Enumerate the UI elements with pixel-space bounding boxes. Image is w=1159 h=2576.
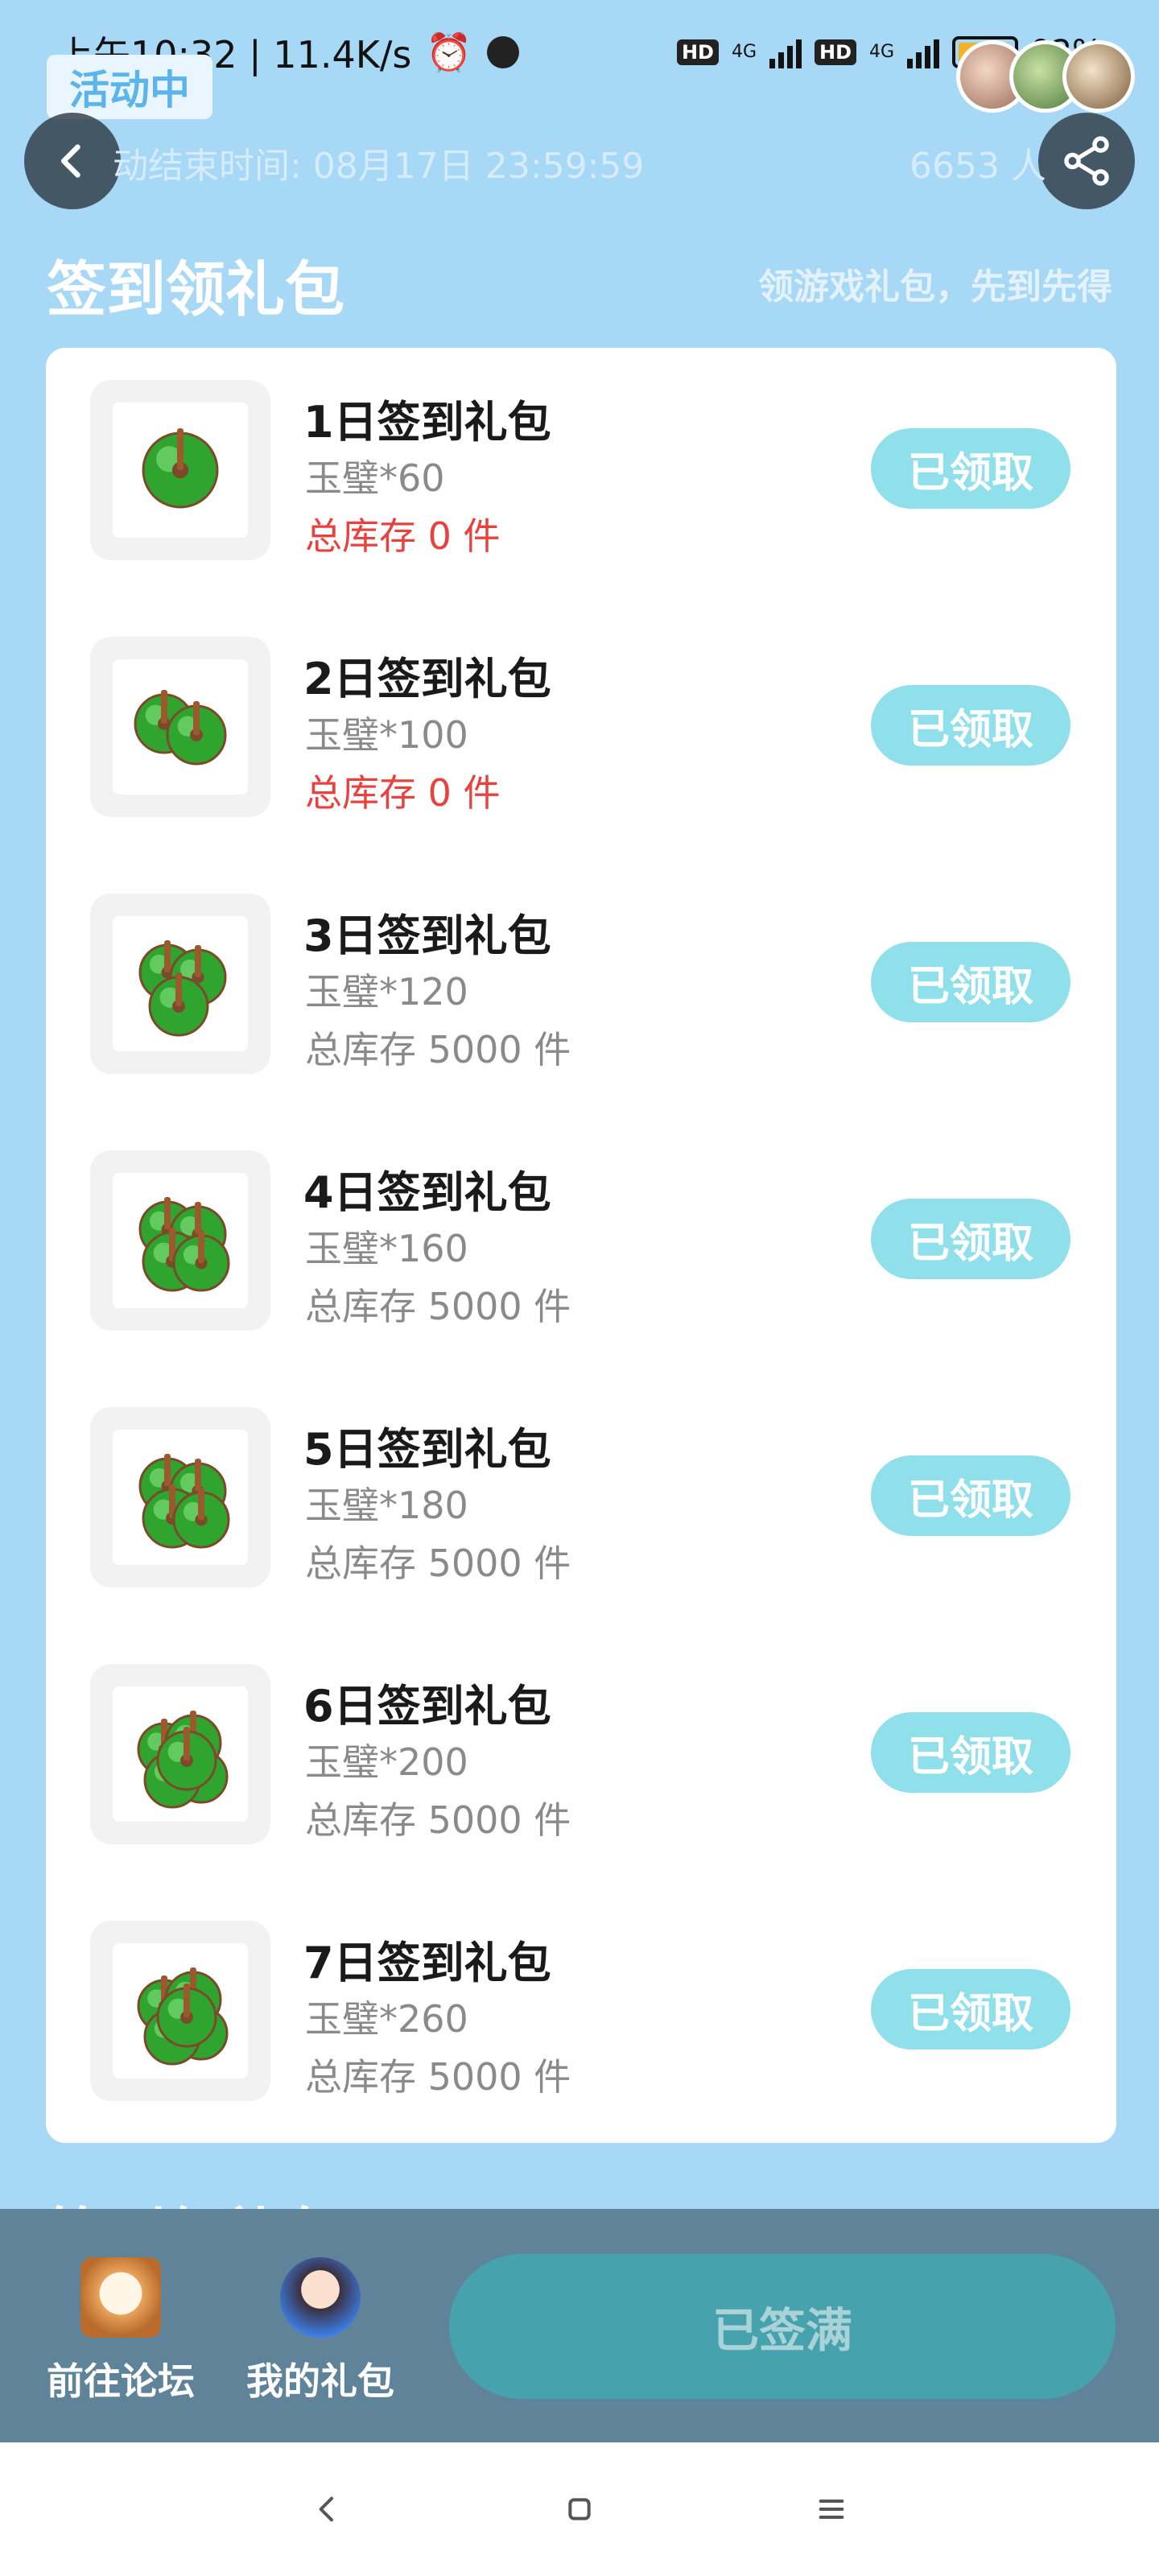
share-icon — [1064, 136, 1109, 186]
back-button[interactable] — [24, 113, 121, 209]
forum-label: 前往论坛 — [47, 2359, 195, 2403]
gift-reward: 玉璧*180 — [305, 1484, 468, 1527]
gift-name: 1日签到礼包 — [303, 397, 551, 448]
jade-coin-icon — [113, 1173, 248, 1308]
share-button[interactable] — [1038, 113, 1135, 209]
section-title: 签到领礼包 — [47, 255, 344, 324]
claimed-button[interactable]: 已领取 — [871, 1455, 1070, 1536]
signal-icon-2 — [907, 36, 940, 68]
gift-name: 7日签到礼包 — [303, 1938, 551, 1988]
gift-thumbnail — [90, 380, 270, 560]
section-subtitle: 领游戏礼包，先到先得 — [758, 266, 1112, 308]
forum-link[interactable]: 前往论坛 — [47, 2257, 195, 2405]
claimed-button[interactable]: 已领取 — [871, 1712, 1070, 1793]
my-gifts-icon — [280, 2257, 361, 2338]
chevron-left-icon — [319, 2496, 333, 2522]
my-gifts-label: 我的礼包 — [246, 2359, 394, 2403]
gift-thumbnail — [90, 1407, 270, 1587]
gift-thumbnail — [90, 1150, 270, 1331]
alarm-icon: ⏰ — [426, 30, 472, 74]
claimed-button[interactable]: 已领取 — [871, 942, 1070, 1022]
gift-item: 4日签到礼包 玉璧*160 总库存 5000 件 已领取 — [46, 1150, 1116, 1407]
claimed-button[interactable]: 已领取 — [871, 1199, 1070, 1279]
square-icon — [568, 2498, 591, 2520]
gift-reward: 玉璧*260 — [305, 1997, 468, 2041]
jade-coin-icon — [113, 1430, 248, 1565]
gift-item: 2日签到礼包 玉璧*100 总库存 0 件 已领取 — [46, 637, 1116, 894]
jade-coin-icon — [113, 916, 248, 1051]
gift-thumbnail — [90, 894, 270, 1074]
gift-stock: 总库存 5000 件 — [305, 1028, 571, 1071]
gift-thumbnail — [90, 1664, 270, 1844]
forum-icon — [80, 2257, 161, 2338]
network-type-2: 4G — [869, 42, 895, 62]
avatar — [1062, 40, 1135, 113]
gift-stock: 总库存 0 件 — [305, 514, 501, 558]
activity-end-time: 动结束时间: 08月17日 23:59:59 — [113, 146, 645, 187]
gift-name: 5日签到礼包 — [303, 1424, 551, 1475]
participant-avatars — [956, 40, 1135, 113]
hd-badge: HD — [676, 39, 719, 65]
gift-stock: 总库存 5000 件 — [305, 1542, 571, 1585]
jade-coin-icon — [113, 659, 248, 795]
gift-reward: 玉璧*200 — [305, 1740, 468, 1784]
gift-item: 1日签到礼包 玉璧*60 总库存 0 件 已领取 — [46, 380, 1116, 637]
gift-reward: 玉璧*60 — [305, 456, 445, 500]
participant-count: 6653 人 — [909, 146, 1046, 187]
gift-item: 5日签到礼包 玉璧*180 总库存 5000 件 已领取 — [46, 1407, 1116, 1664]
event-status-badge: 活动中 — [47, 55, 212, 119]
gift-stock: 总库存 5000 件 — [305, 1285, 571, 1328]
gift-name: 3日签到礼包 — [303, 910, 551, 961]
nav-menu-button[interactable] — [799, 2477, 864, 2541]
hd-badge-2: HD — [815, 39, 857, 65]
gift-thumbnail — [90, 637, 270, 817]
gift-stock: 总库存 0 件 — [305, 771, 501, 815]
system-navigation-bar — [0, 2442, 1159, 2576]
chevron-left-icon — [60, 144, 80, 178]
gift-list: 1日签到礼包 玉璧*60 总库存 0 件 已领取 2日签到礼包 玉璧*100 总… — [46, 348, 1116, 2143]
gift-name: 2日签到礼包 — [303, 654, 551, 704]
gift-stock: 总库存 5000 件 — [305, 2055, 571, 2099]
claimed-button[interactable]: 已领取 — [871, 685, 1070, 766]
gift-name: 4日签到礼包 — [303, 1167, 551, 1218]
nav-back-button[interactable] — [295, 2477, 360, 2541]
gift-item: 6日签到礼包 玉璧*200 总库存 5000 件 已领取 — [46, 1664, 1116, 1921]
claimed-button[interactable]: 已领取 — [871, 428, 1070, 509]
gift-thumbnail — [90, 1921, 270, 2101]
app-notification-icon — [486, 36, 519, 68]
claimed-button[interactable]: 已领取 — [871, 1969, 1070, 2050]
gift-reward: 玉璧*160 — [305, 1227, 468, 1270]
gift-name: 6日签到礼包 — [303, 1681, 551, 1732]
gift-item: 7日签到礼包 玉璧*260 总库存 5000 件 已领取 — [46, 1921, 1116, 2178]
gift-reward: 玉璧*120 — [305, 970, 468, 1013]
gift-item: 3日签到礼包 玉璧*120 总库存 5000 件 已领取 — [46, 894, 1116, 1150]
signal-icon — [769, 36, 802, 68]
my-gifts-link[interactable]: 我的礼包 — [246, 2257, 394, 2405]
gift-reward: 玉璧*100 — [305, 713, 468, 757]
jade-coin-icon — [113, 402, 248, 538]
menu-icon — [819, 2500, 844, 2519]
jade-coin-icon — [113, 1686, 248, 1822]
gift-stock: 总库存 5000 件 — [305, 1798, 571, 1842]
network-type: 4G — [731, 42, 757, 62]
signin-full-button[interactable]: 已签满 — [449, 2254, 1116, 2399]
jade-coin-icon — [113, 1943, 248, 2079]
nav-home-button[interactable] — [547, 2477, 612, 2541]
bottom-action-bar: 前往论坛 我的礼包 已签满 — [0, 2209, 1159, 2442]
